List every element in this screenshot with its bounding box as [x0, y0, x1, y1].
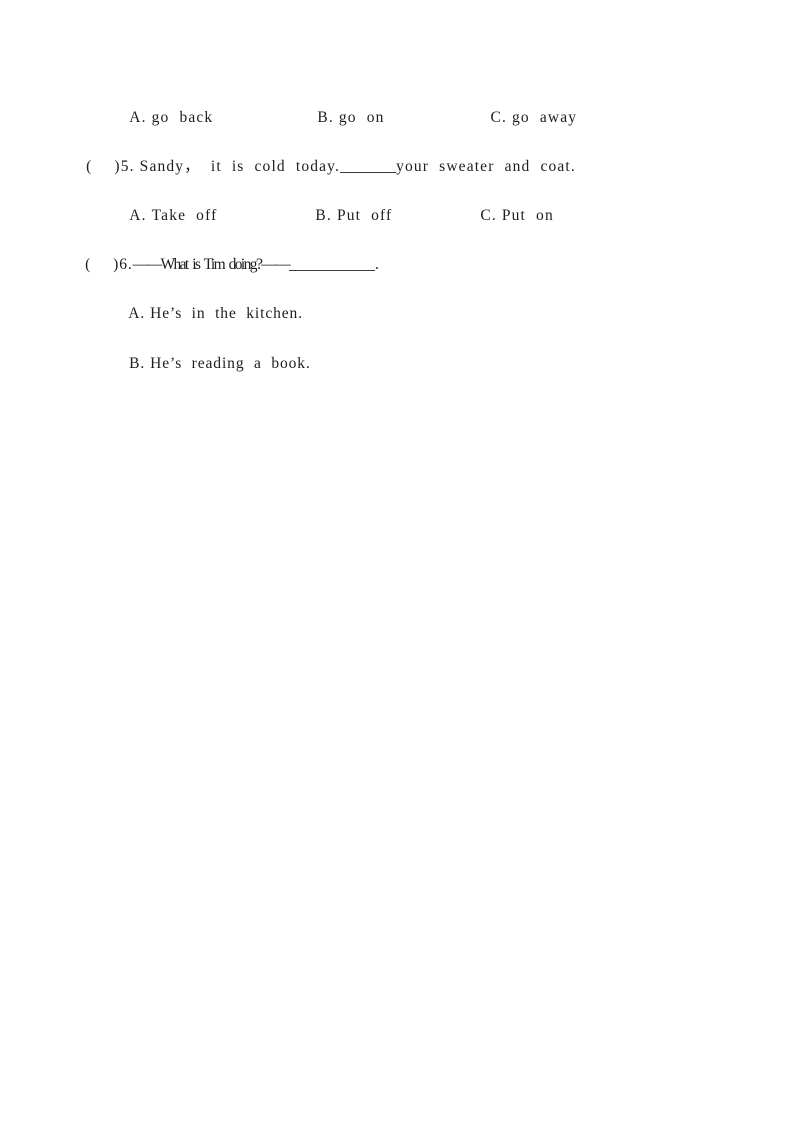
option-b-text: Put off: [336, 207, 393, 224]
question-6-number: 6.: [119, 256, 133, 273]
question-6-text-after-blank: .: [375, 256, 380, 273]
question-5-fill-blank[interactable]: [340, 172, 397, 173]
answer-b-label: B.: [129, 355, 146, 372]
question-6-fill-blank[interactable]: [289, 270, 376, 271]
option-b-text: go on: [338, 109, 385, 126]
answer-bracket-open: (: [85, 256, 92, 273]
option-c-label: C.: [480, 207, 497, 224]
question-6-answer-b: B. He’s reading a book.: [110, 334, 311, 394]
answer-a-label: A.: [128, 305, 146, 322]
question-5-text-after-blank: your sweater and coat.: [396, 158, 576, 175]
option-a-label: A.: [129, 207, 147, 224]
option-a-label: A.: [129, 109, 147, 126]
worksheet-page: A. go back B. go on C. go away ()5. Sandy， it …: [0, 0, 800, 1132]
option-b-label: B.: [315, 207, 332, 224]
answer-a-text: He’s in the kitchen.: [150, 305, 303, 322]
option-b-label: B.: [317, 109, 334, 126]
answer-bracket-open: (: [86, 158, 93, 175]
option-c-text: Put on: [501, 207, 554, 224]
answer-b-text: He’s reading a book.: [150, 355, 311, 372]
question-5-text-before-blank: Sandy， it is cold today.: [139, 158, 341, 175]
option-a-text: Take off: [151, 207, 218, 224]
question-6-text-before-blank: ——What is Tim doing?——: [132, 256, 291, 273]
option-a-text: go back: [151, 109, 214, 126]
question-5-number: 5.: [120, 158, 135, 175]
option-c-label: C.: [490, 109, 508, 126]
option-c-text: go away: [512, 109, 578, 126]
